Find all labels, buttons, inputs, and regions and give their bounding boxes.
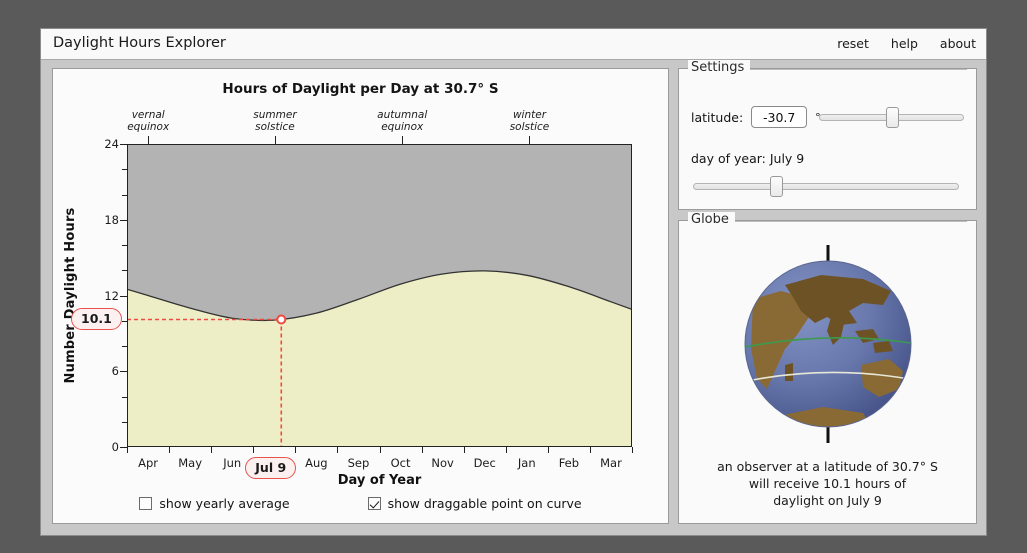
season-label-line1: summer (253, 109, 297, 121)
y-tick-major (120, 295, 127, 297)
chart-options: show yearly average show draggable point… (53, 496, 668, 511)
globe-panel: Globe an observer at a latitude of 30.7°… (678, 212, 977, 524)
season-tick-winter-solstice (529, 136, 531, 144)
option-show-yearly-average[interactable]: show yearly average (139, 496, 290, 511)
y-tick-major (120, 371, 127, 373)
x-axis-title: Day of Year (337, 473, 422, 488)
daylight-curve-svg (127, 270, 632, 447)
x-tick-label-jun: Jun (223, 456, 242, 470)
globe-caption: an observer at a latitude of 30.7° S wil… (687, 458, 968, 509)
latitude-row: latitude: ° (691, 106, 821, 128)
season-label-line1: autumnal (377, 109, 428, 121)
x-tick-label-dec: Dec (473, 456, 496, 470)
season-label-line2: equinox (381, 121, 424, 133)
chart-panel: Hours of Daylight per Day at 30.7° S Num… (52, 68, 669, 524)
y-tick-label-12: 12 (104, 288, 119, 303)
globe-caption-line1: an observer at a latitude of 30.7° S (717, 459, 938, 474)
x-tick (295, 447, 297, 453)
x-tick (632, 447, 633, 453)
x-tick (589, 447, 591, 453)
checkbox-yearly-average-label: show yearly average (159, 496, 290, 511)
season-label-autumnal-equinox: autumnal equinox (377, 109, 427, 133)
right-column: Settings latitude: ° day of year: July 9 (678, 60, 977, 527)
globe-title: Globe (688, 212, 735, 227)
y-tick-label-24: 24 (104, 137, 119, 151)
x-tick-label-feb: Feb (558, 456, 580, 470)
y-tick-major (120, 144, 127, 145)
day-of-year-label: day of year: July 9 (691, 151, 805, 166)
season-tick-autumnal-equinox (402, 136, 404, 144)
x-tick (211, 447, 213, 453)
x-tick (127, 447, 128, 453)
menu-reset[interactable]: reset (837, 36, 869, 51)
globe-caption-line2: will receive 10.1 hours of (748, 476, 907, 491)
globe-illustration[interactable] (723, 239, 933, 449)
x-tick (253, 447, 255, 453)
x-tick (505, 447, 507, 453)
season-label-winter-solstice: winter solstice (510, 109, 550, 133)
x-tick (337, 447, 339, 453)
x-tick-label-mar: Mar (600, 456, 622, 470)
value-callout: 10.1 (71, 308, 122, 331)
x-tick (547, 447, 549, 453)
season-label-line2: equinox (127, 121, 170, 133)
settings-title: Settings (688, 60, 751, 75)
content-area: Hours of Daylight per Day at 30.7° S Num… (41, 60, 986, 535)
plot-area[interactable] (127, 144, 632, 447)
latitude-label: latitude: (691, 109, 744, 125)
latitude-slider-thumb[interactable] (886, 107, 900, 128)
draggable-point[interactable] (276, 314, 287, 325)
season-label-line2: solstice (509, 121, 550, 133)
x-tick-label-apr: Apr (138, 456, 158, 470)
y-tick-label-6: 6 (111, 364, 119, 379)
x-tick-label-oct: Oct (390, 456, 411, 470)
latitude-input[interactable] (751, 106, 808, 128)
season-tick-vernal-equinox (148, 136, 150, 144)
season-label-line1: winter (512, 109, 547, 121)
globe-caption-line3: daylight on July 9 (773, 493, 882, 508)
menu-about[interactable]: about (940, 36, 976, 51)
y-tick-major (120, 219, 127, 221)
app-window: Daylight Hours Explorer reset help about… (40, 28, 987, 536)
x-tick-label-sep: Sep (347, 456, 370, 470)
y-axis-title: Number Daylight Hours (63, 207, 78, 384)
x-tick (379, 447, 381, 453)
season-label-line1: vernal (131, 109, 165, 121)
y-tick-label-0: 0 (111, 440, 119, 454)
option-show-draggable-point[interactable]: show draggable point on curve (367, 496, 582, 511)
day-of-year-slider[interactable] (693, 176, 959, 197)
season-label-line2: solstice (255, 121, 295, 133)
season-label-summer-solstice: summer solstice (253, 109, 296, 133)
x-tick-label-jan: Jan (517, 456, 536, 470)
title-bar: Daylight Hours Explorer reset help about (41, 29, 986, 60)
y-tick-major (120, 447, 127, 448)
checkbox-draggable-point-label: show draggable point on curve (387, 496, 582, 511)
x-tick (421, 447, 423, 453)
settings-panel: Settings latitude: ° day of year: July 9 (678, 60, 977, 210)
latitude-slider[interactable] (819, 107, 964, 128)
checkbox-draggable-point[interactable] (367, 497, 381, 510)
chart-title: Hours of Daylight per Day at 30.7° S (222, 81, 499, 97)
app-title: Daylight Hours Explorer (53, 35, 226, 51)
x-tick-label-nov: Nov (431, 456, 454, 470)
globe-land-madagascar (784, 363, 793, 381)
season-tick-summer-solstice (274, 136, 276, 144)
titlebar-menu: reset help about (837, 36, 976, 51)
day-of-year-slider-track[interactable] (693, 183, 959, 190)
day-of-year-slider-thumb[interactable] (770, 176, 784, 197)
menu-help[interactable]: help (891, 36, 918, 51)
x-tick-label-may: May (178, 456, 203, 470)
daylight-region (127, 270, 632, 447)
x-tick-label-aug: Aug (305, 456, 328, 470)
date-callout: Jul 9 (245, 457, 297, 479)
x-tick (169, 447, 171, 453)
checkbox-yearly-average[interactable] (139, 497, 153, 510)
y-tick-label-18: 18 (104, 212, 119, 227)
x-tick (463, 447, 465, 453)
season-label-vernal-equinox: vernal equinox (127, 109, 169, 133)
